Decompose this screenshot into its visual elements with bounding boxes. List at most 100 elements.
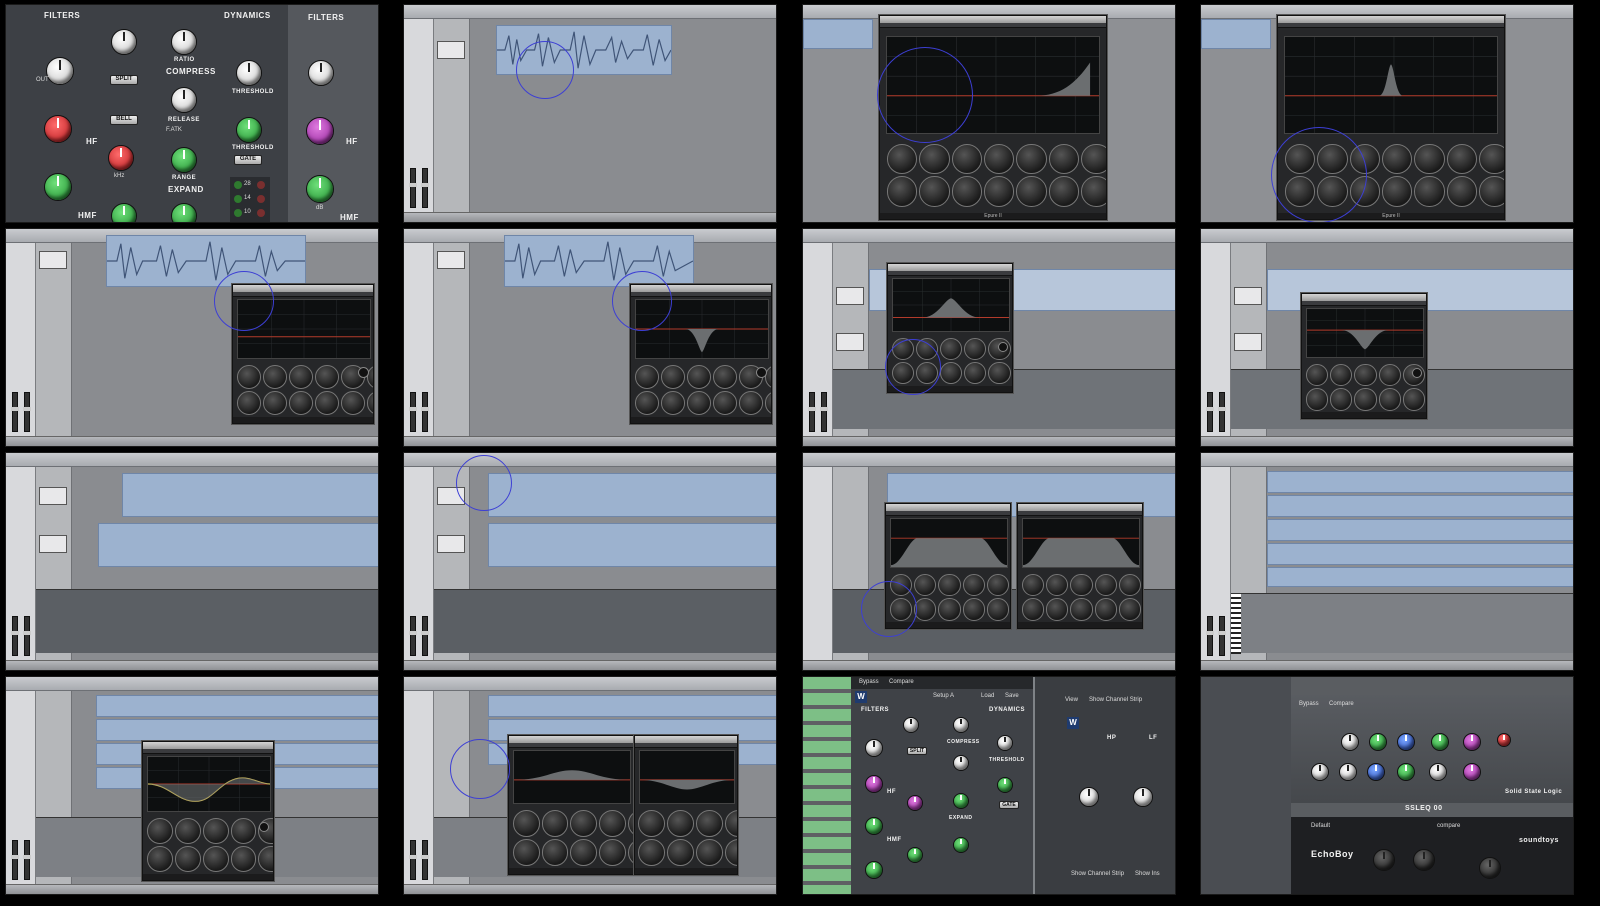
split-button[interactable]: SPLIT <box>907 747 927 755</box>
volume-fader[interactable] <box>409 616 417 656</box>
split-button[interactable]: SPLIT <box>110 75 138 85</box>
ratio-knob[interactable] <box>171 29 197 55</box>
hf-gain-knob[interactable] <box>865 775 883 793</box>
knob[interactable] <box>1330 364 1353 387</box>
knob[interactable] <box>962 574 985 597</box>
gate-button[interactable]: GATE <box>234 155 262 165</box>
setup-label[interactable]: Setup A <box>933 693 954 699</box>
gate-button[interactable]: GATE <box>999 801 1019 809</box>
audio-region[interactable] <box>1267 495 1573 517</box>
volume-fader[interactable] <box>11 616 19 656</box>
knob[interactable] <box>695 838 723 866</box>
track-thumbnail[interactable] <box>1234 287 1262 305</box>
threshold-2-knob[interactable] <box>236 117 262 143</box>
eq-knob[interactable] <box>1397 733 1415 751</box>
knob[interactable] <box>712 390 737 415</box>
knob[interactable] <box>738 390 763 415</box>
hmf-freq-knob[interactable] <box>907 847 923 863</box>
track-thumbnail[interactable] <box>836 287 864 305</box>
knob[interactable] <box>1021 598 1044 621</box>
knob[interactable] <box>570 838 598 866</box>
eq-knob[interactable] <box>1341 733 1359 751</box>
track-thumbnail[interactable] <box>437 535 465 553</box>
threshold-green-knob[interactable] <box>997 777 1013 793</box>
knob[interactable] <box>263 390 287 415</box>
compare-button[interactable]: compare <box>1437 823 1460 829</box>
audio-region[interactable] <box>488 473 776 517</box>
knob[interactable] <box>1305 364 1328 387</box>
track-thumbnail[interactable] <box>437 41 465 59</box>
eq-knob[interactable] <box>1431 733 1449 751</box>
volume-fader[interactable] <box>23 840 31 880</box>
hf-gain-knob[interactable] <box>44 115 72 143</box>
knob[interactable] <box>724 810 737 837</box>
filter-knob[interactable] <box>903 717 919 733</box>
volume-fader[interactable] <box>421 616 429 656</box>
knob[interactable] <box>1070 598 1093 621</box>
knob[interactable] <box>712 365 737 389</box>
knob[interactable] <box>666 810 694 837</box>
knob[interactable] <box>951 176 983 207</box>
knob[interactable] <box>314 390 339 415</box>
eq-knob[interactable] <box>1369 733 1387 751</box>
knob[interactable] <box>1446 144 1478 175</box>
echoboy-knob[interactable] <box>1373 849 1395 871</box>
out-knob[interactable] <box>111 29 137 55</box>
eq-knob[interactable] <box>1367 763 1385 781</box>
knob[interactable] <box>174 818 201 844</box>
track-thumbnail[interactable] <box>437 251 465 269</box>
eq-display[interactable] <box>639 750 735 804</box>
volume-fader[interactable] <box>421 392 429 432</box>
volume-fader[interactable] <box>1206 616 1214 656</box>
show-channel-strip-menu-bottom[interactable]: Show Channel Strip <box>1071 871 1124 877</box>
hmf-freq-knob[interactable] <box>111 203 137 222</box>
bypass-button[interactable]: Bypass <box>859 679 879 685</box>
knob[interactable] <box>314 365 339 389</box>
lower-knob[interactable] <box>865 861 883 879</box>
hmf-right-knob[interactable] <box>306 175 334 203</box>
knob[interactable] <box>570 810 598 837</box>
ratio-knob[interactable] <box>953 717 969 733</box>
bell-button[interactable]: BELL <box>110 115 138 125</box>
knob[interactable] <box>202 845 229 872</box>
release-knob[interactable] <box>953 755 969 771</box>
knob[interactable] <box>541 838 569 866</box>
volume-fader[interactable] <box>409 840 417 880</box>
volume-fader[interactable] <box>11 392 19 432</box>
eq-display[interactable] <box>892 278 1010 332</box>
filter-out-knob[interactable] <box>46 57 74 85</box>
volume-fader[interactable] <box>11 840 19 880</box>
knob[interactable] <box>230 818 257 844</box>
filters-right-knob[interactable] <box>308 60 334 86</box>
knob[interactable] <box>1446 176 1478 207</box>
eq-knob[interactable] <box>1429 763 1447 781</box>
knob[interactable] <box>886 144 918 175</box>
hmf-gain-knob[interactable] <box>865 817 883 835</box>
audio-region[interactable] <box>1267 519 1573 541</box>
knob[interactable] <box>1479 176 1504 207</box>
eq-display[interactable] <box>147 756 271 812</box>
knob[interactable] <box>638 810 665 837</box>
expand-knob[interactable] <box>953 837 969 853</box>
eq-knob[interactable] <box>1463 763 1481 781</box>
knob[interactable] <box>940 338 963 361</box>
audio-region[interactable] <box>96 719 378 741</box>
eq-knob[interactable] <box>1339 763 1357 781</box>
knob[interactable] <box>146 845 173 872</box>
audio-region[interactable] <box>1267 567 1573 587</box>
eq-knob[interactable] <box>1463 733 1481 751</box>
volume-fader[interactable] <box>421 840 429 880</box>
knob[interactable] <box>1094 574 1117 597</box>
knob[interactable] <box>1382 144 1413 175</box>
knob[interactable] <box>666 838 694 866</box>
view-menu[interactable]: View <box>1065 697 1078 703</box>
knob[interactable] <box>724 838 737 866</box>
knob[interactable] <box>661 365 685 389</box>
knob[interactable] <box>1070 574 1093 597</box>
audio-region[interactable] <box>1267 543 1573 565</box>
knob[interactable] <box>938 574 961 597</box>
knob[interactable] <box>962 598 985 621</box>
knob[interactable] <box>919 176 950 207</box>
knob[interactable] <box>1118 574 1142 597</box>
knob[interactable] <box>938 598 961 621</box>
